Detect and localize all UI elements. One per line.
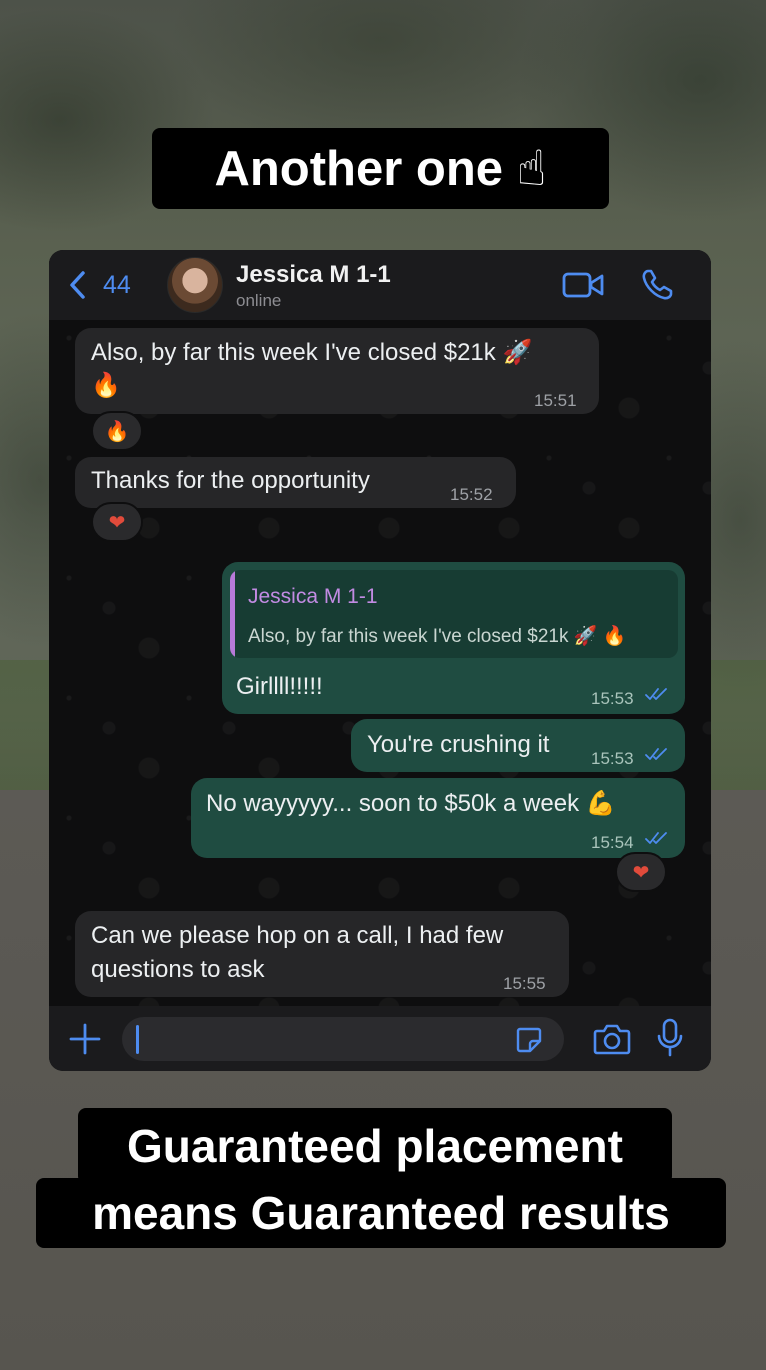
message-text: Can we please hop on a call, I had few xyxy=(91,922,504,949)
message-incoming[interactable]: Can we please hop on a call, I had few q… xyxy=(75,911,569,997)
message-time: 15:53 xyxy=(591,689,634,708)
text-cursor xyxy=(136,1025,139,1054)
read-ticks-icon xyxy=(645,748,667,760)
microphone-icon[interactable] xyxy=(657,1018,683,1058)
message-time: 15:55 xyxy=(503,974,546,993)
message-outgoing[interactable]: You're crushing it 15:53 xyxy=(351,719,685,772)
message-text-line2: 🔥 xyxy=(91,371,121,399)
back-unread-count[interactable]: 44 xyxy=(103,271,131,300)
chevron-left-icon[interactable] xyxy=(67,270,89,300)
message-incoming[interactable]: Also, by far this week I've closed $21k … xyxy=(75,328,599,414)
chat-screenshot: 44 Jessica M 1-1 online Also, by far thi… xyxy=(49,250,711,1071)
quoted-message[interactable]: Jessica M 1-1 Also, by far this week I'v… xyxy=(230,570,678,658)
caption-top: Another one ☝ xyxy=(152,128,609,209)
message-outgoing[interactable]: No wayyyyy... soon to $50k a week 💪 15:5… xyxy=(191,778,685,858)
quote-accent-bar xyxy=(230,570,235,658)
pointing-up-emoji: ☝ xyxy=(516,140,547,197)
caption-bottom-line1: Guaranteed placement xyxy=(78,1108,672,1184)
message-text: No wayyyyy... soon to $50k a week 💪 xyxy=(206,790,616,817)
message-text: Also, by far this week I've closed $21k … xyxy=(91,339,533,366)
camera-icon[interactable] xyxy=(593,1022,631,1056)
caption-bottom-line2: means Guaranteed results xyxy=(36,1178,726,1248)
quote-author: Jessica M 1-1 xyxy=(248,585,378,608)
message-outgoing[interactable]: Jessica M 1-1 Also, by far this week I'v… xyxy=(222,562,685,714)
plus-icon[interactable] xyxy=(68,1022,102,1056)
message-reaction[interactable]: 🔥 xyxy=(91,411,143,451)
message-time: 15:53 xyxy=(591,749,634,768)
message-reaction[interactable]: ❤ xyxy=(91,502,143,542)
read-ticks-icon xyxy=(645,688,667,700)
contact-status: online xyxy=(236,291,282,310)
message-text: Girllll!!!!! xyxy=(236,673,323,700)
sticker-icon[interactable] xyxy=(515,1026,543,1054)
video-call-icon[interactable] xyxy=(562,271,604,299)
quote-text: Also, by far this week I've closed $21k … xyxy=(248,626,627,647)
message-reaction[interactable]: ❤ xyxy=(615,852,667,892)
message-input[interactable] xyxy=(122,1017,564,1061)
chat-header: 44 Jessica M 1-1 online xyxy=(49,250,711,320)
message-text: You're crushing it xyxy=(367,731,550,758)
contact-name[interactable]: Jessica M 1-1 xyxy=(236,261,391,289)
avatar[interactable] xyxy=(167,257,223,313)
message-time: 15:52 xyxy=(450,485,493,504)
message-text: Thanks for the opportunity xyxy=(91,467,370,494)
read-ticks-icon xyxy=(645,832,667,844)
message-incoming[interactable]: Thanks for the opportunity 15:52 xyxy=(75,457,516,508)
caption-top-text: Another one xyxy=(214,142,504,196)
message-time: 15:51 xyxy=(534,391,577,410)
phone-call-icon[interactable] xyxy=(640,268,674,302)
message-composer xyxy=(49,1006,711,1071)
message-text-line2: questions to ask xyxy=(91,956,265,983)
